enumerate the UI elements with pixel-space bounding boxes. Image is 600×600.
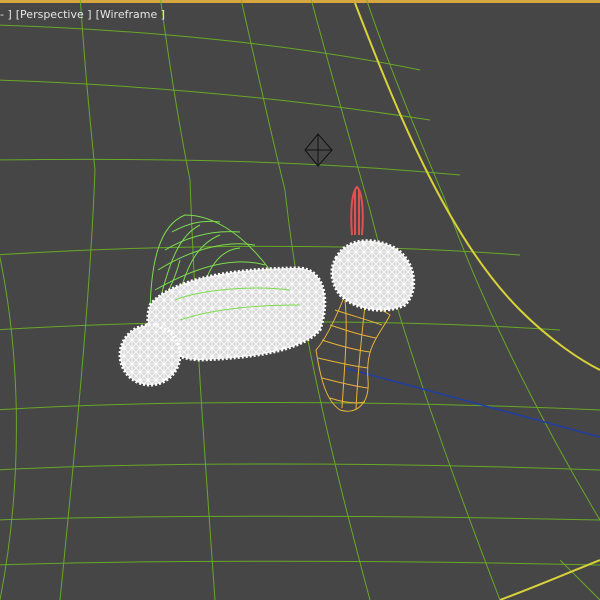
stocking-fur-cuff[interactable] [330,239,416,312]
perspective-viewport[interactable]: - ] [Perspective ] [Wireframe ] [0,0,600,600]
viewport-view-mode[interactable]: [Perspective ] [16,8,92,24]
santa-hat-pompom[interactable] [118,323,182,387]
stocking-wireframe[interactable] [315,294,391,412]
axis-line [344,367,600,438]
viewport-shading-mode[interactable]: [Wireframe ] [96,8,165,24]
scene-canvas[interactable] [0,0,600,600]
stocking-hanger[interactable] [350,185,364,236]
viewport-menu[interactable]: - ] [0,8,12,24]
light-gizmo-icon[interactable] [304,133,333,167]
viewport-label: - ] [Perspective ] [Wireframe ] [0,8,165,24]
